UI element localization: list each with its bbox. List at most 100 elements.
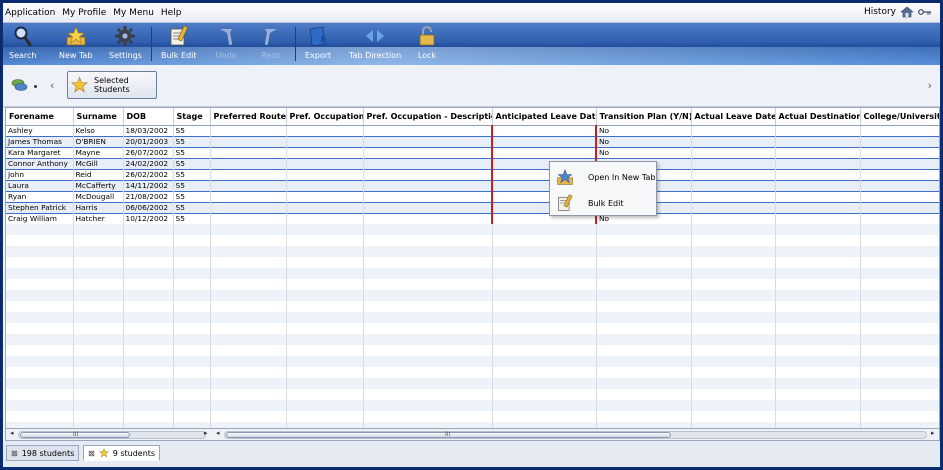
cell-pref-occupation-description[interactable]	[363, 146, 493, 158]
cell-forename[interactable]: Ashley	[6, 124, 74, 136]
cell-surname[interactable]: Hatcher	[73, 212, 124, 224]
cell-stage[interactable]: S5	[173, 168, 211, 180]
cell-pref-occupation-description[interactable]	[363, 212, 493, 224]
cell-surname[interactable]: McGill	[73, 157, 124, 169]
table-row[interactable]: JohnReid26/02/2002S5No	[6, 168, 939, 180]
cell-dob[interactable]: 14/11/2002	[123, 179, 174, 191]
home-icon[interactable]	[900, 6, 914, 18]
cell-surname[interactable]: McDougall	[73, 190, 124, 202]
scroll-left-arrow-1[interactable]: ◂	[10, 429, 14, 437]
col-header-actual-destination[interactable]: Actual Destination	[775, 108, 861, 126]
cell-pref-occupation-description[interactable]	[363, 124, 493, 136]
cell-actual-leave-date[interactable]	[691, 179, 776, 191]
col-header-anticipated-leave-date[interactable]: Anticipated Leave Date	[492, 108, 597, 126]
cell-dob[interactable]: 26/07/2002	[123, 146, 174, 158]
cell-actual-leave-date[interactable]	[691, 157, 776, 169]
cell-transition-plan[interactable]: No	[595, 146, 692, 158]
cell-preferred-route[interactable]	[210, 179, 287, 191]
undo-button[interactable]: Undo	[215, 25, 237, 63]
scroll-right-arrow-2[interactable]: ▸	[931, 429, 935, 437]
cell-pref-occupation[interactable]	[286, 157, 364, 169]
cell-college-university[interactable]	[860, 201, 939, 213]
cell-anticipated-leave-date[interactable]	[491, 135, 597, 147]
cell-preferred-route[interactable]	[210, 124, 287, 136]
cell-transition-plan[interactable]: No	[595, 124, 692, 136]
table-row[interactable]: Ashley Kelso 18/03/2002 S5 No	[6, 124, 939, 136]
cell-college-university[interactable]	[860, 146, 939, 158]
cell-dob[interactable]: 18/03/2002	[123, 124, 174, 136]
col-header-pref-occupation[interactable]: Pref. Occupation	[286, 108, 364, 126]
table-row[interactable]: Connor AnthonyMcGill24/02/2002S5No	[6, 157, 939, 169]
cell-actual-leave-date[interactable]	[691, 201, 776, 213]
cell-preferred-route[interactable]	[210, 168, 287, 180]
cell-dob[interactable]: 24/02/2002	[123, 157, 174, 169]
switch-view-icon[interactable]	[11, 78, 29, 94]
cell-actual-leave-date[interactable]	[691, 190, 776, 202]
scroll-thumb-left[interactable]: III	[20, 431, 130, 438]
scroll-thumb-right[interactable]: III	[226, 431, 671, 438]
chevron-left-icon[interactable]: ‹	[50, 79, 54, 92]
cell-dob[interactable]: 20/01/2003	[123, 135, 174, 147]
bulk-edit-button[interactable]: Bulk Edit	[161, 25, 196, 63]
cell-actual-leave-date[interactable]	[691, 168, 776, 180]
key-icon[interactable]	[918, 8, 932, 16]
menu-my-profile[interactable]: My Profile	[62, 8, 106, 18]
col-header-dob[interactable]: DOB	[123, 108, 174, 126]
table-row[interactable]: RyanMcDougall21/08/2002S5No	[6, 190, 939, 202]
cell-college-university[interactable]	[860, 124, 939, 136]
close-icon[interactable]: ⊠	[88, 449, 95, 458]
cell-preferred-route[interactable]	[210, 190, 287, 202]
history-control[interactable]: History	[864, 6, 932, 18]
cell-surname[interactable]: Harris	[73, 201, 124, 213]
redo-button[interactable]: Redo	[260, 25, 282, 63]
cell-actual-leave-date[interactable]	[691, 124, 776, 136]
cell-transition-plan[interactable]: No	[595, 135, 692, 147]
cell-preferred-route[interactable]	[210, 157, 287, 169]
cell-dob[interactable]: 10/12/2002	[123, 212, 174, 224]
col-header-college-university[interactable]: College/University	[860, 108, 939, 126]
selected-students-button[interactable]: Selected Students	[67, 71, 157, 99]
col-header-surname[interactable]: Surname	[73, 108, 124, 126]
cell-college-university[interactable]	[860, 168, 939, 180]
cell-pref-occupation-description[interactable]	[363, 201, 493, 213]
lock-button[interactable]: Lock	[416, 25, 438, 63]
menu-application[interactable]: Application	[5, 8, 55, 18]
cell-stage[interactable]: S5	[173, 146, 211, 158]
cell-stage[interactable]: S5	[173, 179, 211, 191]
cell-stage[interactable]: S5	[173, 201, 211, 213]
table-row[interactable]: Craig William Hatcher 10/12/2002 S5 No	[6, 212, 939, 224]
chevron-right-icon[interactable]: ›	[928, 79, 932, 92]
cell-pref-occupation[interactable]	[286, 124, 364, 136]
cell-preferred-route[interactable]	[210, 212, 287, 224]
cell-pref-occupation-description[interactable]	[363, 179, 493, 191]
menu-my-menu[interactable]: My Menu	[113, 8, 154, 18]
history-label[interactable]: History	[864, 7, 896, 17]
cell-pref-occupation[interactable]	[286, 212, 364, 224]
cell-anticipated-leave-date[interactable]	[491, 146, 597, 158]
close-icon[interactable]: ⊠	[11, 449, 18, 458]
cell-stage[interactable]: S5	[173, 212, 211, 224]
cell-stage[interactable]: S5	[173, 157, 211, 169]
settings-button[interactable]: Settings	[109, 25, 142, 63]
scroll-left-arrow-2[interactable]: ◂	[216, 429, 220, 437]
cell-stage[interactable]: S5	[173, 135, 211, 147]
cell-pref-occupation[interactable]	[286, 179, 364, 191]
cell-forename[interactable]: Stephen Patrick	[6, 201, 74, 213]
cell-pref-occupation-description[interactable]	[363, 190, 493, 202]
cell-forename[interactable]: James Thomas	[6, 135, 74, 147]
cell-surname[interactable]: Kelso	[73, 124, 124, 136]
tab-198-students[interactable]: ⊠ 198 students	[6, 445, 80, 461]
cell-preferred-route[interactable]	[210, 146, 287, 158]
cell-actual-destination[interactable]	[775, 212, 861, 224]
col-header-transition-plan[interactable]: Transition Plan (Y/N)	[596, 108, 692, 126]
cell-surname[interactable]: Reid	[73, 168, 124, 180]
cell-forename[interactable]: Kara Margaret	[6, 146, 74, 158]
cell-stage[interactable]: S5	[173, 190, 211, 202]
cell-forename[interactable]: John	[6, 168, 74, 180]
cell-pref-occupation-description[interactable]	[363, 168, 493, 180]
cell-college-university[interactable]	[860, 190, 939, 202]
context-bulk-edit[interactable]: Bulk Edit	[550, 190, 656, 216]
col-header-actual-leave-date[interactable]: Actual Leave Date	[691, 108, 776, 126]
cell-pref-occupation[interactable]	[286, 201, 364, 213]
cell-actual-destination[interactable]	[775, 146, 861, 158]
